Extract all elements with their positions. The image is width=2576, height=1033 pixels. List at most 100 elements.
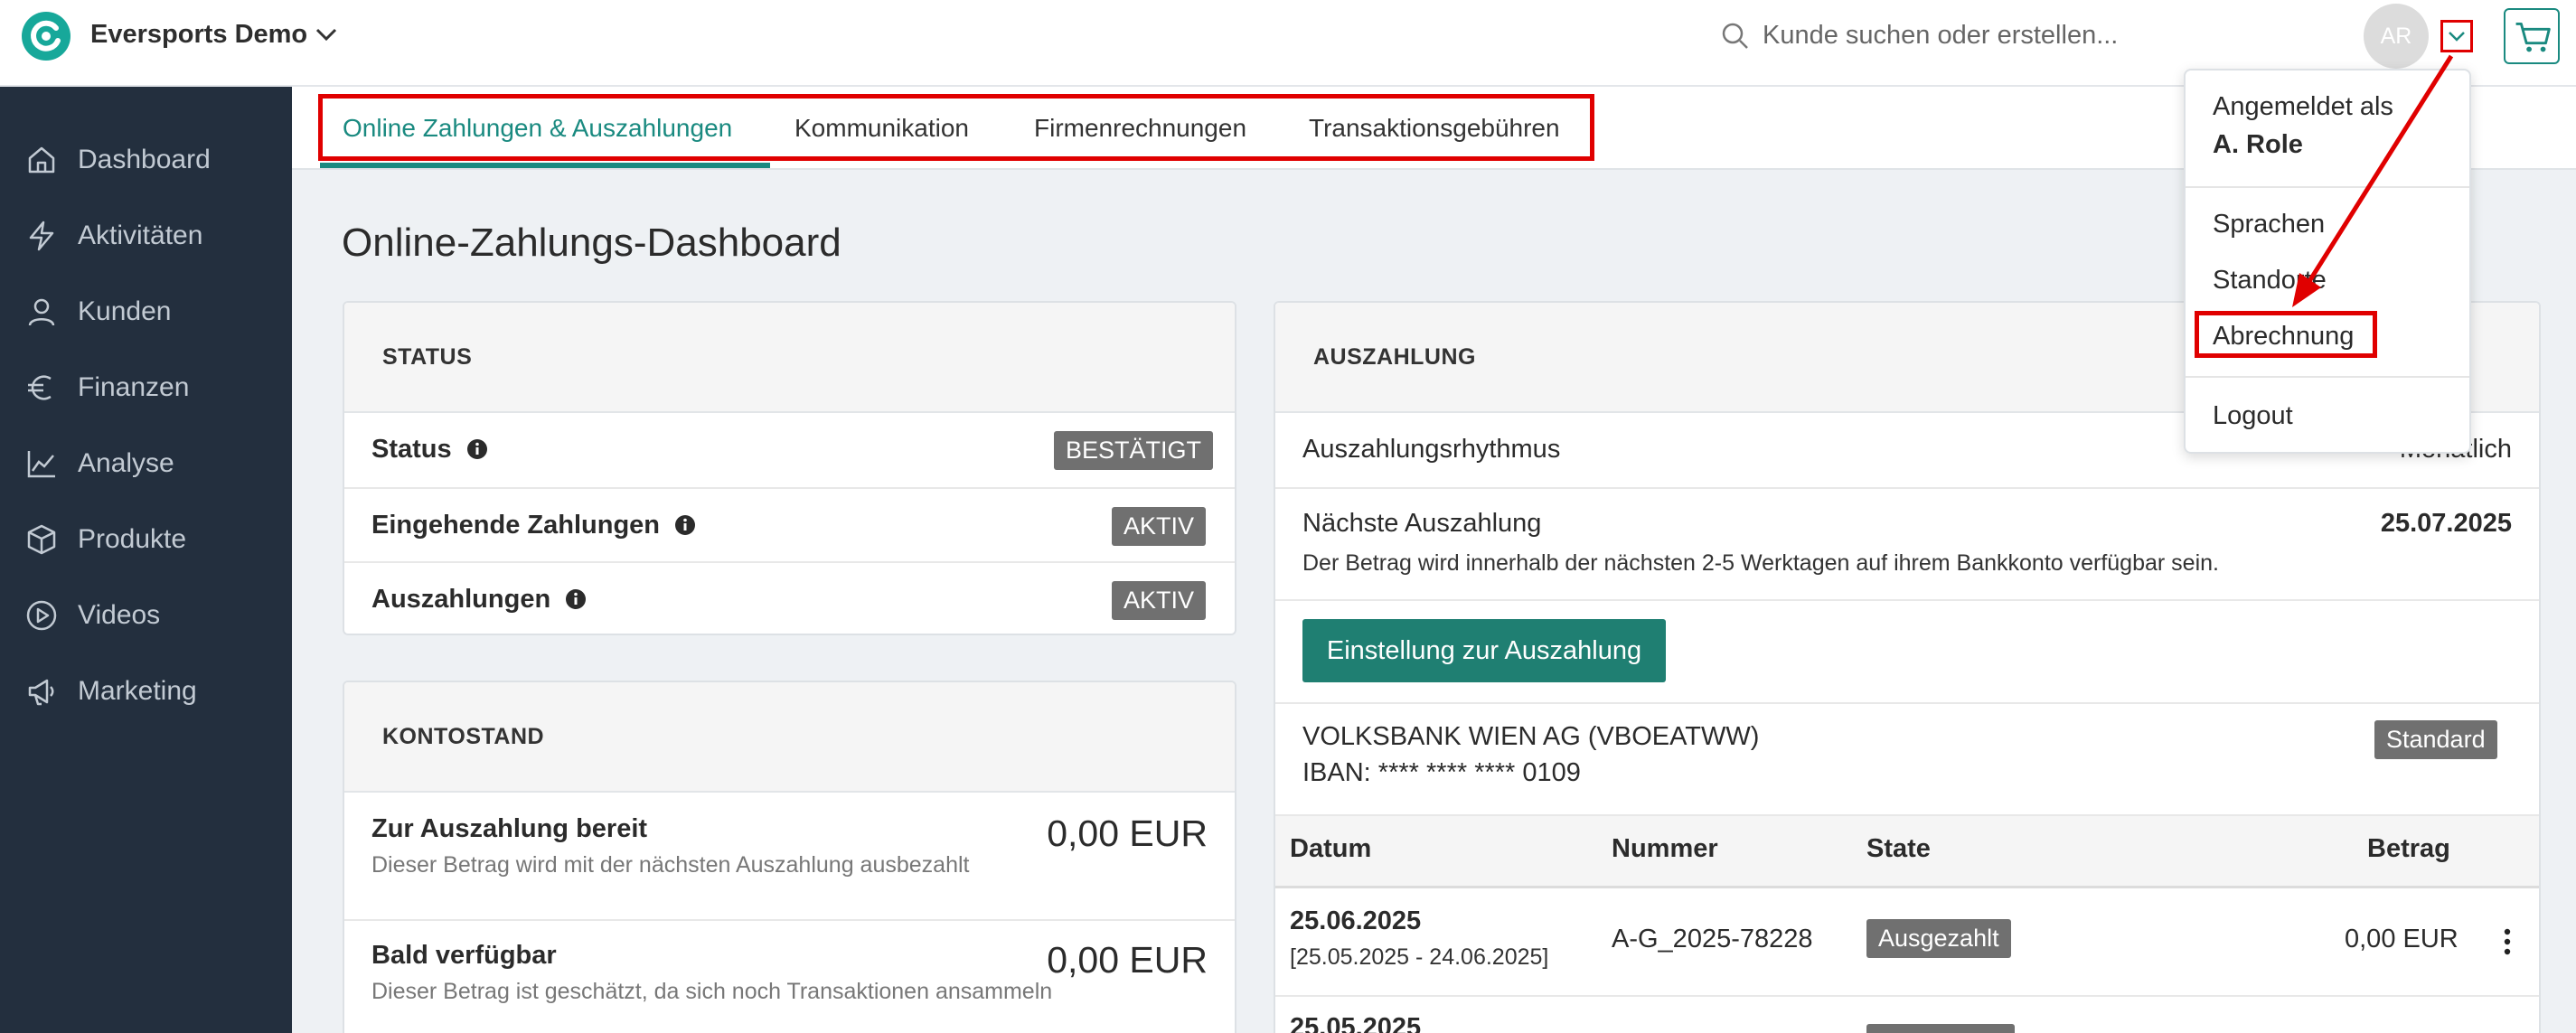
sidebar-item-label: Marketing (78, 676, 197, 706)
home-icon (28, 146, 55, 174)
incoming-payments-row: Eingehende Zahlungen AKTIV (344, 489, 1235, 563)
balance-row: Zur Auszahlung bereit Dieser Betrag wird… (344, 793, 1235, 921)
incoming-payments-label: Eingehende Zahlungen (371, 511, 696, 540)
menu-divider (2186, 186, 2469, 188)
more-options-icon[interactable] (2503, 928, 2512, 955)
menu-item-standorte[interactable]: Standorte (2213, 266, 2327, 296)
payout-date: 25.05.2025 (1290, 1013, 1422, 1033)
card-header: KONTOSTAND (344, 682, 1235, 793)
annotation-highlight-box (2195, 311, 2377, 358)
logged-in-user-name: A. Role (2213, 130, 2303, 159)
sidebar-item-kunden[interactable]: Kunden (0, 280, 292, 343)
sidebar-item-finanzen[interactable]: Finanzen (0, 356, 292, 419)
info-icon[interactable] (674, 514, 696, 536)
play-icon (26, 600, 57, 631)
payout-range: [25.05.2025 - 24.06.2025] (1290, 944, 1549, 970)
sidebar-item-produkte[interactable]: Produkte (0, 508, 292, 571)
status-badge: AKTIV (1112, 507, 1207, 546)
sidebar-item-label: Finanzen (78, 372, 190, 402)
column-header-state[interactable]: State (1866, 834, 1931, 864)
balance-amount: 0,00 EUR (1047, 812, 1208, 854)
sidebar-item-label: Produkte (78, 524, 187, 554)
euro-icon (28, 375, 52, 400)
active-tab-indicator (320, 163, 770, 168)
payout-state-badge: Ausgezahlt (1866, 919, 2011, 958)
payout-number: A-G_2025-78228 (1612, 925, 1813, 953)
sidebar-item-label: Kunden (78, 296, 172, 326)
logged-in-as-label: Angemeldet als (2213, 92, 2393, 121)
bank-name: VOLKSBANK WIEN AG (VBOEATWW) (1302, 722, 1760, 751)
sidebar-item-videos[interactable]: Videos (0, 584, 292, 647)
settings-row: Einstellung zur Auszahlung (1275, 601, 2539, 704)
payouts-label: Auszahlungen (371, 585, 587, 615)
avatar[interactable]: AR (2364, 4, 2429, 69)
sidebar-item-label: Aktivitäten (78, 221, 203, 250)
balance-label: Zur Auszahlung bereit (371, 814, 648, 843)
balance-description: Dieser Betrag wird mit der nächsten Ausz… (371, 852, 970, 878)
next-payout-row: Nächste Auszahlung 25.07.2025 Der Betrag… (1275, 489, 2539, 601)
payout-state-badge (1866, 1024, 2015, 1033)
balance-card: KONTOSTAND Zur Auszahlung bereit Dieser … (343, 681, 1236, 1033)
next-payout-date: 25.07.2025 (2380, 509, 2512, 538)
bank-iban: IBAN: **** **** **** 0109 (1302, 758, 1581, 787)
column-header-amount[interactable]: Betrag (2367, 834, 2450, 864)
column-header-date[interactable]: Datum (1290, 834, 1371, 864)
user-dropdown-menu: Angemeldet als A. Role Sprachen Standort… (2184, 69, 2471, 454)
megaphone-icon (28, 679, 54, 706)
cart-button[interactable] (2504, 8, 2560, 64)
next-payout-note: Der Betrag wird innerhalb der nächsten 2… (1302, 550, 2219, 576)
info-icon[interactable] (565, 588, 587, 610)
brand-name[interactable]: Eversports Demo (90, 20, 307, 50)
chart-icon (27, 451, 55, 478)
eversports-logo-icon[interactable] (20, 10, 72, 62)
chevron-down-icon[interactable] (315, 25, 338, 43)
user-menu-toggle[interactable] (2440, 20, 2473, 52)
status-row: Status BESTÄTIGT (344, 413, 1235, 489)
bank-account-row: VOLKSBANK WIEN AG (VBOEATWW) IBAN: **** … (1275, 704, 2539, 816)
sidebar-item-dashboard[interactable]: Dashboard (0, 128, 292, 192)
payout-table-header: Datum Nummer State Betrag (1275, 816, 2539, 888)
bolt-icon (29, 221, 54, 251)
chevron-down-icon (2449, 32, 2465, 42)
card-title: KONTOSTAND (382, 724, 545, 749)
sidebar-item-label: Analyse (78, 448, 174, 478)
card-header: STATUS (344, 303, 1235, 413)
balance-label: Bald verfügbar (371, 941, 557, 970)
sidebar-item-label: Videos (78, 600, 161, 630)
box-icon (27, 524, 56, 555)
annotation-highlight-box (318, 94, 1594, 161)
column-header-number[interactable]: Nummer (1612, 834, 1718, 864)
payout-amount: 0,00 EUR (2345, 925, 2458, 953)
menu-divider (2186, 376, 2469, 378)
sidebar: Dashboard Aktivitäten Kunden Finanzen An… (0, 87, 292, 1033)
sidebar-item-label: Dashboard (78, 145, 211, 174)
search-icon (1722, 23, 1748, 49)
table-row[interactable]: 25.06.2025 [25.05.2025 - 24.06.2025] A-G… (1275, 888, 2539, 997)
next-payout-label: Nächste Auszahlung (1302, 509, 1542, 538)
payout-rhythm-label: Auszahlungsrhythmus (1302, 435, 1561, 464)
default-badge: Standard (2374, 720, 2497, 759)
balance-description: Dieser Betrag ist geschätzt, da sich noc… (371, 979, 1053, 1004)
table-row[interactable]: 25.05.2025 (1275, 997, 2539, 1033)
page-title: Online-Zahlungs-Dashboard (342, 221, 841, 265)
payouts-row: Auszahlungen AKTIV (344, 563, 1235, 634)
info-icon[interactable] (466, 438, 488, 460)
menu-item-sprachen[interactable]: Sprachen (2213, 210, 2325, 239)
sidebar-item-analyse[interactable]: Analyse (0, 432, 292, 495)
payout-settings-button[interactable]: Einstellung zur Auszahlung (1302, 619, 1666, 682)
balance-row: Bald verfügbar Dieser Betrag ist geschät… (344, 921, 1235, 1033)
balance-amount: 0,00 EUR (1047, 939, 1208, 981)
status-card: STATUS Status BESTÄTIGT Eingehende Zahlu… (343, 301, 1236, 635)
sidebar-item-aktivitaeten[interactable]: Aktivitäten (0, 204, 292, 268)
card-title: STATUS (382, 344, 473, 370)
status-badge: AKTIV (1112, 581, 1207, 620)
search-input[interactable]: Kunde suchen oder erstellen... (1763, 21, 2118, 51)
payout-date: 25.06.2025 (1290, 906, 1422, 935)
status-badge: BESTÄTIGT (1054, 431, 1214, 470)
status-label: Status (371, 435, 488, 465)
card-title: AUSZAHLUNG (1313, 344, 1476, 370)
menu-item-logout[interactable]: Logout (2213, 401, 2293, 431)
cart-icon (2515, 23, 2551, 52)
user-icon (28, 298, 55, 326)
sidebar-item-marketing[interactable]: Marketing (0, 660, 292, 723)
